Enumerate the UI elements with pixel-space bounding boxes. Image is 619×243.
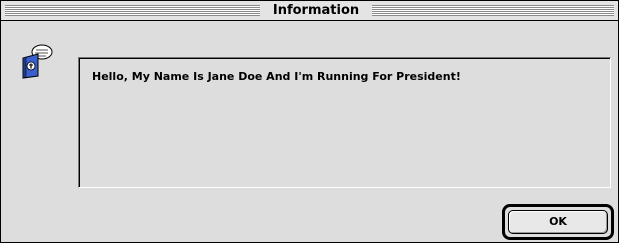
title-bar-stripes-right	[372, 5, 614, 16]
title-bar[interactable]: Information	[1, 1, 618, 21]
message-text: Hello, My Name Is Jane Doe And I'm Runni…	[92, 70, 461, 83]
dialog-window: Information Hello, My Name Is Jane Doe A…	[0, 0, 619, 243]
title-bar-stripes-left	[5, 5, 260, 16]
ok-button[interactable]: OK	[508, 210, 608, 234]
message-panel: Hello, My Name Is Jane Doe And I'm Runni…	[78, 57, 611, 188]
information-speech-icon	[21, 43, 53, 79]
ok-button-frame: OK	[502, 204, 614, 240]
window-title: Information	[260, 1, 372, 20]
dialog-content: Hello, My Name Is Jane Doe And I'm Runni…	[1, 21, 618, 242]
